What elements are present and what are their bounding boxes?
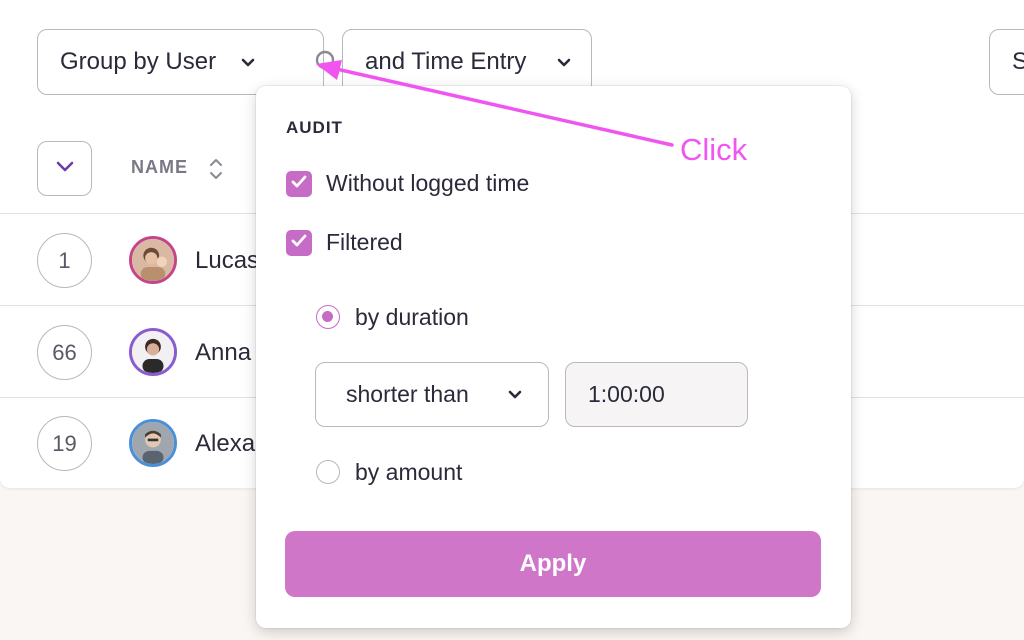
expand-all-button[interactable]	[37, 141, 92, 196]
sort-icon[interactable]	[207, 155, 225, 183]
by-amount-label[interactable]: by amount	[355, 459, 462, 486]
group-by-label: Group by User	[60, 48, 217, 75]
chevron-down-icon	[557, 56, 571, 70]
chevron-down-icon	[508, 388, 522, 402]
avatar	[129, 419, 177, 467]
row-count-badge: 1	[37, 233, 92, 288]
user-name[interactable]: Alexa	[195, 430, 255, 458]
apply-button[interactable]: Apply	[285, 531, 821, 597]
duration-value: 1:00:00	[588, 381, 665, 407]
without-logged-time-checkbox[interactable]	[286, 171, 312, 197]
time-entry-label: and Time Entry	[365, 48, 527, 75]
comparison-value: shorter than	[346, 381, 469, 407]
user-name[interactable]: Anna	[195, 339, 251, 367]
right-dropdown[interactable]: S	[989, 29, 1024, 95]
chevron-down-icon	[241, 56, 255, 70]
check-icon	[291, 234, 307, 253]
filtered-checkbox[interactable]	[286, 230, 312, 256]
right-dropdown-label: S	[1012, 48, 1024, 75]
click-annotation-label: Click	[680, 132, 748, 167]
row-count-badge: 66	[37, 325, 92, 380]
filtered-label[interactable]: Filtered	[326, 229, 403, 256]
name-column-header[interactable]: NAME	[131, 157, 188, 178]
user-name[interactable]: Lucas	[195, 247, 259, 275]
by-duration-label[interactable]: by duration	[355, 304, 469, 331]
chevron-down-icon	[55, 160, 75, 178]
row-count-badge: 19	[37, 416, 92, 471]
without-logged-time-label[interactable]: Without logged time	[326, 170, 529, 197]
popover-title: AUDIT	[286, 118, 343, 137]
by-amount-radio[interactable]	[316, 460, 340, 484]
comparison-select[interactable]: shorter than	[315, 362, 549, 427]
avatar	[129, 236, 177, 284]
check-icon	[291, 175, 307, 194]
by-duration-radio[interactable]	[316, 305, 340, 329]
avatar	[129, 328, 177, 376]
audit-popover: AUDIT Without logged time Filtered by du…	[256, 86, 851, 628]
duration-input[interactable]: 1:00:00	[565, 362, 748, 427]
search-icon[interactable]	[313, 48, 341, 76]
